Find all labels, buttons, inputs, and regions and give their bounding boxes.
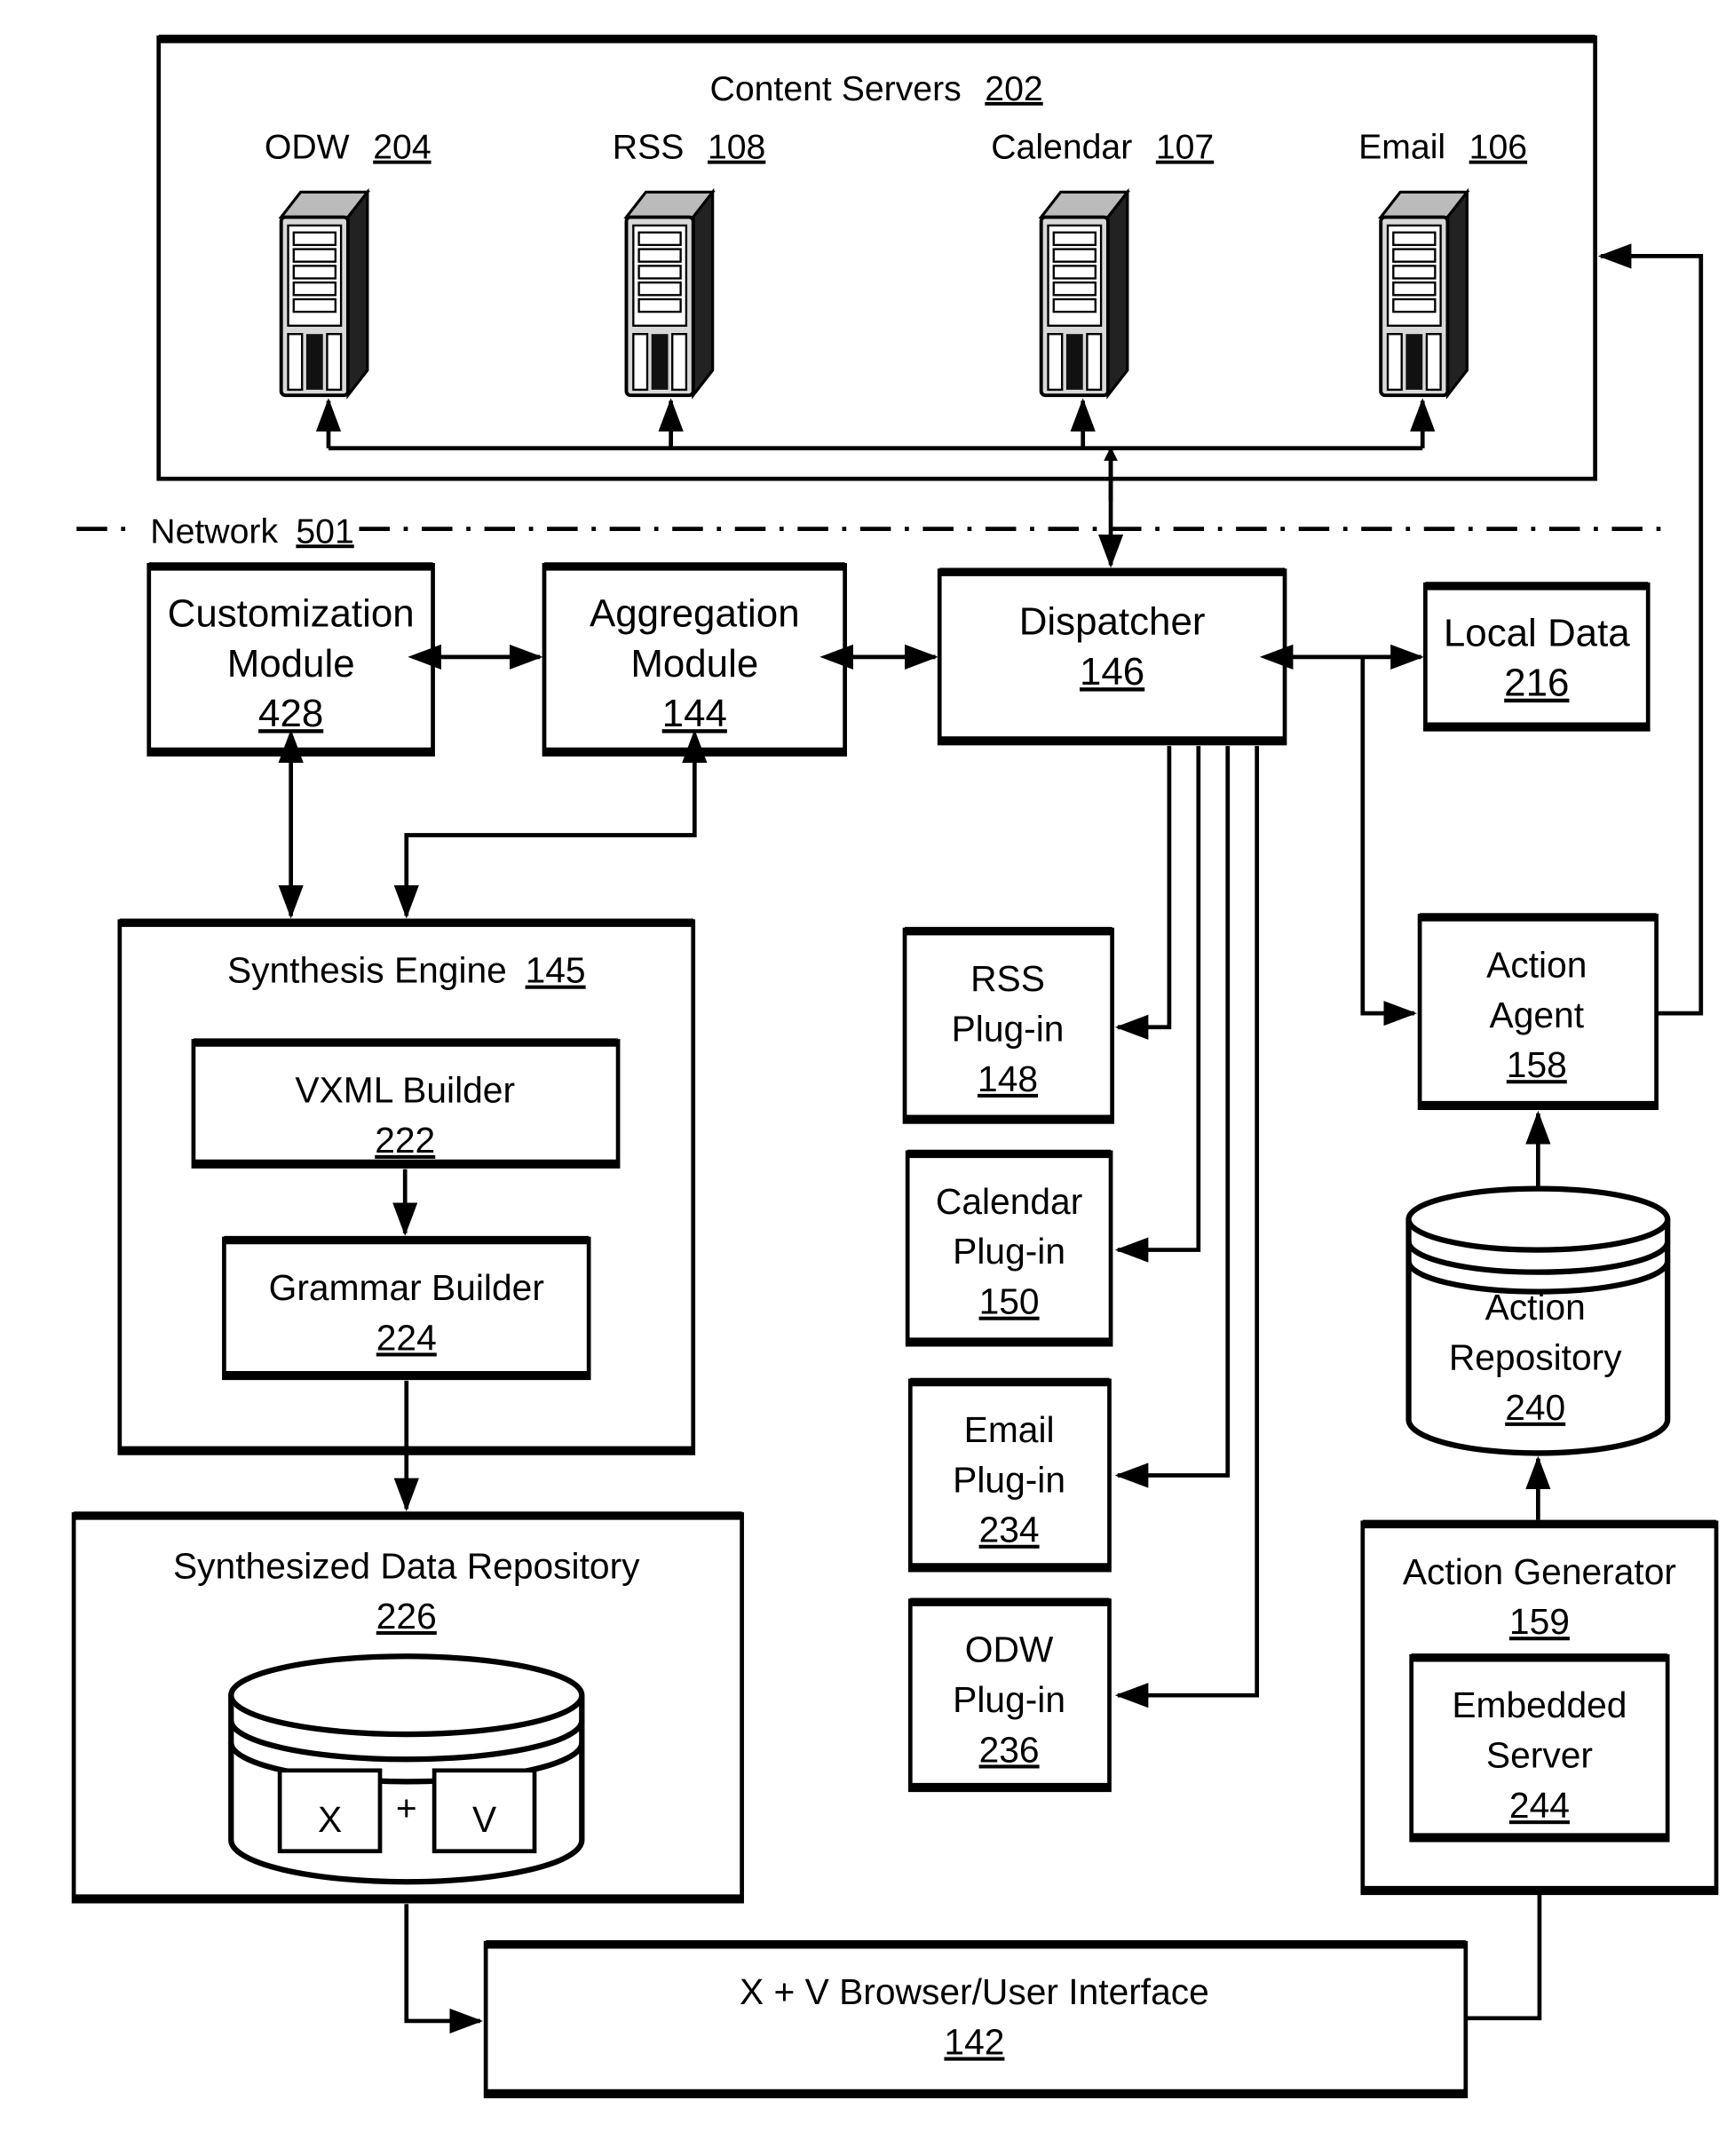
action-agent-label-2: Agent (1490, 995, 1585, 1035)
odw-plugin-label-2: Plug-in (953, 1679, 1065, 1720)
server-tower-icon (1379, 190, 1469, 398)
local-data-label: Local Data (1444, 611, 1630, 654)
embedded-server-label: Embedded (1452, 1684, 1627, 1725)
synthesized-data-repository-ref: 226 (376, 1596, 437, 1637)
x-format-label: X (318, 1799, 342, 1840)
action-agent: Action Agent 158 (1417, 913, 1659, 1111)
content-servers-ref: 202 (985, 70, 1042, 108)
arrow-aggregation-synthesis (393, 729, 708, 919)
synthesized-data-repository-title: Synthesized Data Repository (173, 1546, 640, 1587)
browser-ref: 142 (944, 2022, 1004, 2063)
action-generator-ref: 159 (1509, 1601, 1570, 1642)
embedded-server-label-2: Server (1486, 1735, 1593, 1776)
rss-plugin-label: RSS (970, 958, 1045, 999)
action-generator-title: Action Generator (1403, 1551, 1676, 1592)
aggregation-module-ref: 144 (662, 692, 727, 735)
customization-module-label-2: Module (227, 642, 355, 686)
vxml-builder: VXML Builder 222 (191, 1038, 621, 1169)
arrow-dispatcher-to-email-plugin (1114, 746, 1231, 1488)
rss-plugin: RSS Plug-in 148 (902, 926, 1114, 1124)
content-servers-title: Content Servers 202 (710, 70, 1043, 108)
grammar-builder: Grammar Builder 224 (222, 1235, 591, 1381)
local-data: Local Data 216 (1423, 582, 1651, 732)
browser-label: X + V Browser/User Interface (740, 1971, 1209, 2012)
calendar-plugin: Calendar Plug-in 150 (905, 1149, 1113, 1347)
email-plugin-label-2: Plug-in (953, 1459, 1065, 1500)
server-tower-icon (1039, 190, 1129, 398)
action-agent-label: Action (1486, 944, 1587, 985)
server-tower-icon (624, 190, 715, 398)
plus-label: + (396, 1787, 417, 1828)
action-repository-ref: 240 (1505, 1387, 1565, 1428)
synthesis-engine-title: Synthesis Engine 145 (227, 950, 586, 991)
action-generator: Action Generator 159 Embedded Server 244 (1360, 1519, 1719, 1896)
vxml-builder-ref: 222 (375, 1120, 435, 1161)
dispatcher-ref: 146 (1080, 650, 1144, 694)
customization-module: Customization Module 428 (146, 562, 435, 757)
vxml-builder-label: VXML Builder (295, 1069, 515, 1110)
action-repository-label: Action (1485, 1287, 1586, 1328)
server-label-rss: RSS 108 (613, 129, 766, 167)
aggregation-module: Aggregation Module 144 (542, 562, 847, 757)
customization-module-label: Customization (168, 591, 415, 635)
aggregation-module-label: Aggregation (590, 591, 800, 635)
dispatcher: Dispatcher 146 (937, 567, 1287, 746)
arrow-dispatcher-to-rss-plugin (1114, 746, 1172, 1040)
odw-plugin: ODW Plug-in 236 (907, 1597, 1112, 1793)
email-plugin-label: Email (964, 1409, 1055, 1450)
odw-plugin-ref: 236 (979, 1729, 1040, 1770)
embedded-server: Embedded Server 244 (1409, 1653, 1670, 1843)
aggregation-module-label-2: Module (630, 642, 758, 686)
embedded-server-ref: 244 (1509, 1785, 1570, 1826)
arrow-repository-to-browser (404, 1904, 484, 2034)
local-data-ref: 216 (1504, 662, 1569, 705)
odw-plugin-label: ODW (965, 1629, 1054, 1670)
network-label: Network 501 (150, 512, 353, 551)
calendar-plugin-label-2: Plug-in (953, 1231, 1065, 1272)
server-label-odw: ODW 204 (265, 129, 432, 167)
calendar-plugin-ref: 150 (979, 1281, 1040, 1322)
grammar-builder-ref: 224 (376, 1317, 437, 1358)
action-repository-label-2: Repository (1449, 1336, 1622, 1377)
network-boundary: Network 501 (76, 512, 1671, 551)
synthesized-data-repository: Synthesized Data Repository 226 X + V (71, 1511, 744, 1904)
dispatcher-label: Dispatcher (1019, 600, 1206, 644)
server-label-calendar: Calendar 107 (991, 129, 1214, 167)
action-agent-ref: 158 (1507, 1044, 1567, 1085)
browser-user-interface: X + V Browser/User Interface 142 (483, 1940, 1469, 2098)
content-servers-group: Content Servers 202 ODW 204 RSS 108 Cale… (156, 35, 1597, 481)
rss-plugin-ref: 148 (978, 1058, 1038, 1099)
action-repository: Action Repository 240 (1405, 1185, 1671, 1456)
server-label-email: Email 106 (1358, 129, 1527, 167)
email-plugin-ref: 234 (979, 1510, 1040, 1550)
arrow-dispatcher-to-odw-plugin (1114, 746, 1260, 1708)
calendar-plugin-label: Calendar (936, 1181, 1082, 1222)
arrow-dispatcher-to-action-agent (1360, 656, 1417, 1026)
server-tower-icon (279, 190, 369, 398)
arrow-dispatcher-to-calendar-plugin (1114, 746, 1201, 1263)
rss-plugin-label-2: Plug-in (952, 1008, 1065, 1049)
email-plugin: Email Plug-in 234 (907, 1377, 1112, 1573)
v-format-label: V (472, 1799, 496, 1840)
customization-module-ref: 428 (258, 692, 323, 735)
architecture-diagram: Content Servers 202 ODW 204 RSS 108 Cale… (71, 35, 1719, 2098)
grammar-builder-label: Grammar Builder (269, 1267, 544, 1308)
synthesis-engine: Synthesis Engine 145 VXML Builder 222 Gr… (117, 918, 696, 1455)
